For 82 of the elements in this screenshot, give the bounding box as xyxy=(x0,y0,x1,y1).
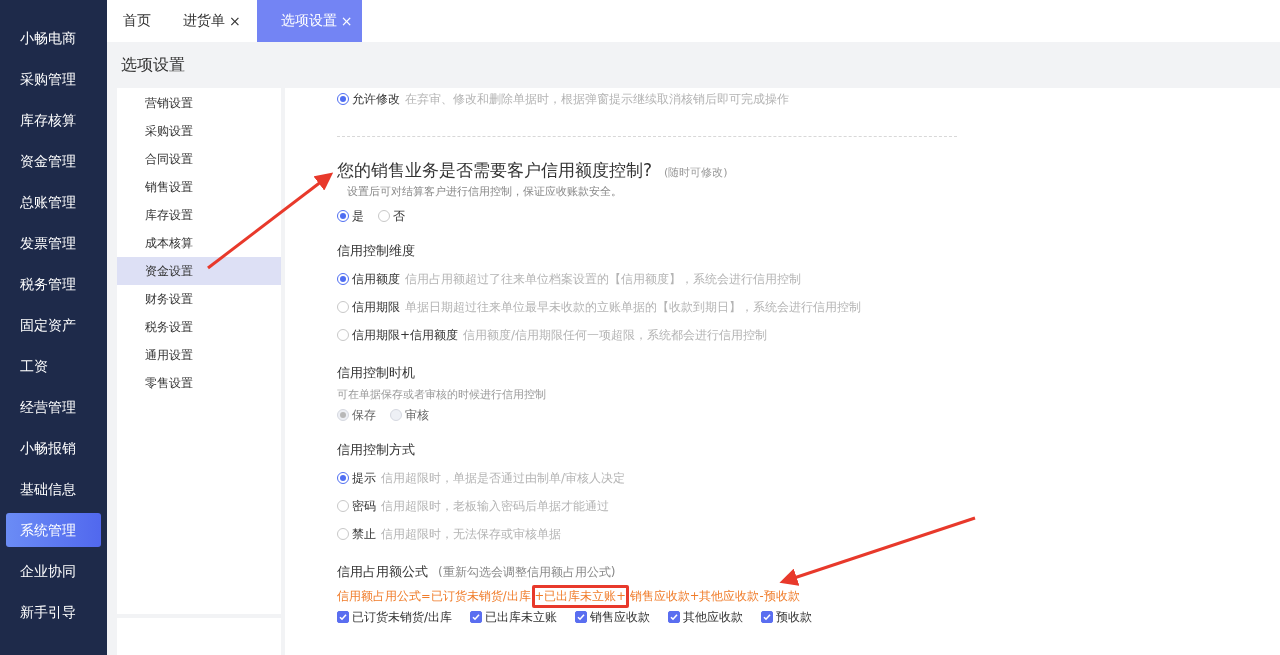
sidebar-item[interactable]: 新手引导 xyxy=(6,595,101,629)
sidebar-item[interactable]: 小畅电商 xyxy=(6,21,101,55)
radio-button[interactable] xyxy=(337,500,349,512)
sidebar-item[interactable]: 资金管理 xyxy=(6,144,101,178)
sidebar-item[interactable]: 固定资产 xyxy=(6,308,101,342)
question-note: (随时可修改) xyxy=(664,165,728,180)
option-hint: 单据日期超过往来单位最早未收款的立账单据的【收款到期日】，系统会进行信用控制 xyxy=(405,298,861,316)
option-label: 信用额度 xyxy=(352,270,400,288)
section-title: 信用控制方式 xyxy=(337,441,415,459)
radio-button[interactable] xyxy=(337,528,349,540)
formula-text: 销售应收款+其他应收款-预收款 xyxy=(629,588,800,604)
option-hint: 信用超限时，单据是否通过由制单/审核人决定 xyxy=(381,469,626,487)
option-hint: 信用超限时，老板输入密码后单据才能通过 xyxy=(381,497,609,515)
menu-item[interactable]: 库存设置 xyxy=(117,201,281,229)
radio-button[interactable] xyxy=(337,472,349,484)
tab[interactable]: 进货单 × xyxy=(167,0,257,42)
highlighted-formula-text: +已出库未立账+ xyxy=(531,584,629,608)
sidebar-item[interactable]: 基础信息 xyxy=(6,472,101,506)
menu-item[interactable]: 通用设置 xyxy=(117,341,281,369)
question-title: 您的销售业务是否需要客户信用额度控制? xyxy=(337,159,653,182)
tab-label: 首页 xyxy=(123,12,151,30)
option-label: 禁止 xyxy=(352,525,376,543)
menu-item[interactable]: 财务设置 xyxy=(117,285,281,313)
section-title: 信用控制维度 xyxy=(337,242,415,260)
sidebar-item[interactable]: 采购管理 xyxy=(6,62,101,96)
section-title: 信用控制时机 xyxy=(337,364,415,382)
option-label: 否 xyxy=(393,207,405,225)
option-label: 允许修改 xyxy=(352,90,400,108)
checkbox[interactable] xyxy=(575,611,588,623)
option-hint: 信用超限时，无法保存或审核单据 xyxy=(381,525,561,543)
sidebar-item[interactable]: 经营管理 xyxy=(6,390,101,424)
tab-label: 进货单 xyxy=(183,12,225,30)
sidebar-item[interactable]: 系统管理 xyxy=(6,513,101,547)
option-label: 已订货未销货/出库 xyxy=(352,608,453,626)
option-label: 信用期限 xyxy=(352,298,400,316)
sidebar-item[interactable]: 企业协同 xyxy=(6,554,101,588)
section-description: 可在单据保存或者审核的时候进行信用控制 xyxy=(337,387,547,402)
option-hint: 在弃审、修改和删除单据时，根据弹窗提示继续取消核销后即可完成操作 xyxy=(405,90,789,108)
sidebar-item[interactable]: 库存核算 xyxy=(6,103,101,137)
close-icon[interactable]: × xyxy=(229,13,241,29)
menu-item[interactable]: 营销设置 xyxy=(117,89,281,117)
formula-text: 信用额占用公式=已订货未销货/出库 xyxy=(337,588,531,604)
option-hint: 信用额度/信用期限任何一项超限，系统都会进行信用控制 xyxy=(463,326,768,344)
radio-button[interactable] xyxy=(337,93,349,105)
menu-item[interactable]: 零售设置 xyxy=(117,369,281,397)
option-label: 已出库未立账 xyxy=(485,608,558,626)
sidebar-item[interactable]: 税务管理 xyxy=(6,267,101,301)
section-note: (重新勾选会调整信用额占用公式) xyxy=(438,563,616,581)
option-label: 预收款 xyxy=(776,608,813,626)
menu-item[interactable]: 合同设置 xyxy=(117,145,281,173)
menu-item[interactable]: 资金设置 xyxy=(117,257,281,285)
radio-button[interactable] xyxy=(378,210,390,222)
option-label: 是 xyxy=(352,207,364,225)
question-description: 设置后可对结算客户进行信用控制，保证应收账款安全。 xyxy=(347,184,623,199)
section-title: 信用占用额公式 xyxy=(337,563,428,581)
option-label: 其他应收款 xyxy=(683,608,744,626)
sidebar-item[interactable]: 小畅报销 xyxy=(6,431,101,465)
option-hint: 信用占用额超过了往来单位档案设置的【信用额度】，系统会进行信用控制 xyxy=(405,270,801,288)
sidebar-item[interactable]: 总账管理 xyxy=(6,185,101,219)
radio-button[interactable] xyxy=(337,210,349,222)
checkbox[interactable] xyxy=(337,611,349,623)
checkbox[interactable] xyxy=(470,611,483,623)
option-label: 保存 xyxy=(352,406,376,424)
option-label: 密码 xyxy=(352,497,376,515)
sidebar-item[interactable]: 工资 xyxy=(6,349,101,383)
radio-button[interactable] xyxy=(337,273,349,285)
menu-item[interactable]: 成本核算 xyxy=(117,229,281,257)
option-label: 审核 xyxy=(405,406,429,424)
menu-item[interactable]: 销售设置 xyxy=(117,173,281,201)
radio-button[interactable] xyxy=(337,301,349,313)
sidebar-item[interactable]: 发票管理 xyxy=(6,226,101,260)
tab-label: 选项设置 xyxy=(280,12,337,30)
option-label: 信用期限+信用额度 xyxy=(352,326,459,344)
tab[interactable]: 首页 xyxy=(107,0,167,42)
menu-item[interactable]: 税务设置 xyxy=(117,313,281,341)
checkbox[interactable] xyxy=(668,611,681,623)
menu-item[interactable]: 采购设置 xyxy=(117,117,281,145)
option-label: 提示 xyxy=(352,469,376,487)
option-label: 销售应收款 xyxy=(590,608,651,626)
page-title: 选项设置 xyxy=(121,54,185,76)
checkbox[interactable] xyxy=(761,611,774,623)
radio-button[interactable] xyxy=(337,329,349,341)
